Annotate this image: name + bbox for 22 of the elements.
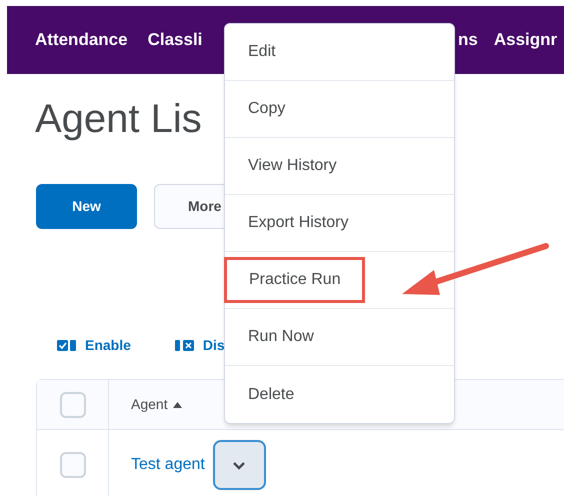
checkbox-toggle-icon — [57, 340, 77, 350]
menu-item[interactable]: Delete — [225, 382, 294, 406]
menu-item[interactable]: Practice Run — [224, 257, 365, 303]
chevron-down-icon — [232, 460, 246, 470]
checkbox[interactable] — [60, 452, 86, 478]
nav-link[interactable]: ns — [458, 27, 478, 53]
new-button[interactable]: New — [36, 184, 137, 229]
menu-item[interactable]: Copy — [225, 97, 286, 121]
page-title: Agent Lis — [35, 96, 202, 143]
nav-link[interactable]: Assignr — [494, 27, 558, 53]
cross-toggle-icon — [174, 340, 195, 350]
menu-item[interactable]: View History — [225, 154, 337, 178]
action-link[interactable]: Dis — [202, 334, 225, 356]
menu-item[interactable]: Edit — [225, 40, 276, 64]
chevron-button[interactable] — [212, 440, 266, 490]
agent-link[interactable]: Test agent — [131, 453, 205, 477]
column-header[interactable]: Agent — [131, 394, 168, 415]
checkbox[interactable] — [60, 392, 86, 418]
nav-link[interactable]: Attendance — [35, 27, 128, 53]
menu-item[interactable]: Run Now — [225, 325, 314, 349]
nav-link[interactable]: Classli — [148, 27, 202, 53]
action-link[interactable]: Enable — [85, 334, 131, 356]
